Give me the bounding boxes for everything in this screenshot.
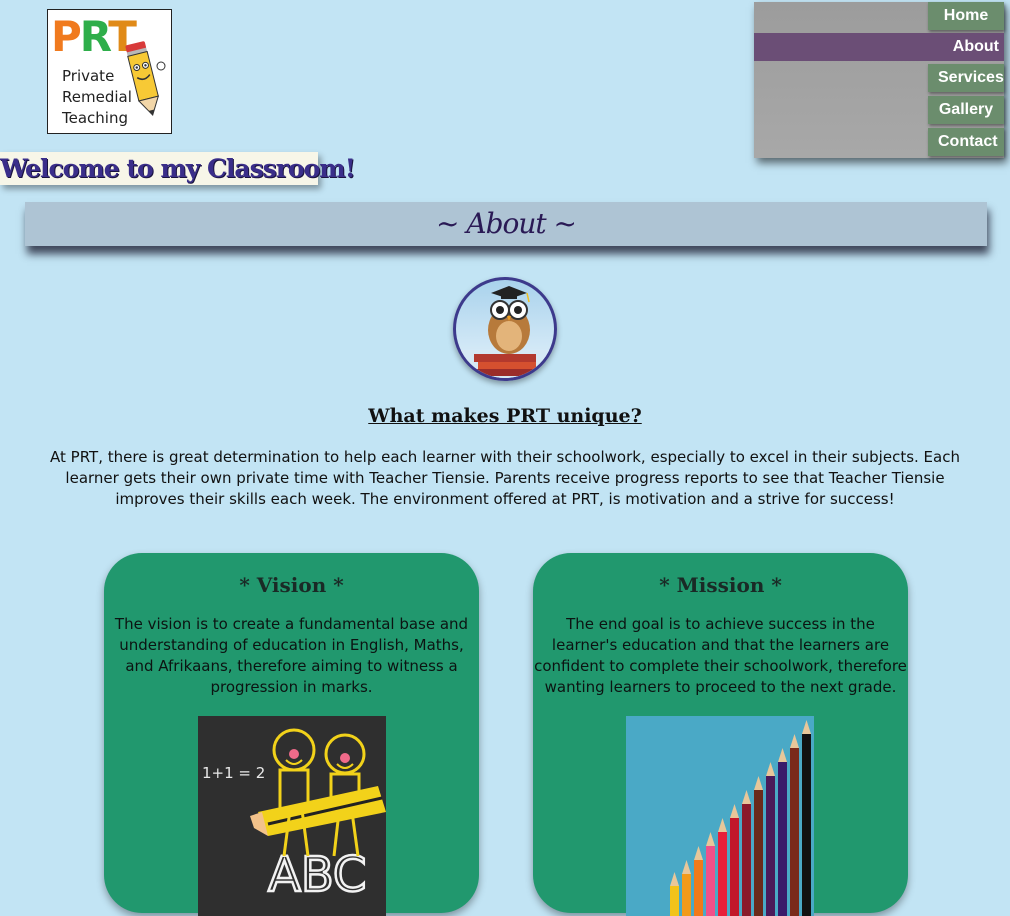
logo-letter-p: P xyxy=(51,12,82,61)
intro-paragraph: At PRT, there is great determination to … xyxy=(50,448,960,508)
nav-home[interactable]: Home xyxy=(928,2,1004,30)
vision-card: * Vision * The vision is to create a fun… xyxy=(104,553,479,916)
mission-text: The end goal is to achieve success in th… xyxy=(534,615,907,696)
nav-about[interactable]: About xyxy=(754,33,1004,61)
prt-logo: PRT Private Remedial Teaching xyxy=(47,9,172,134)
mission-card: * Mission * The end goal is to achieve s… xyxy=(533,553,908,916)
main-nav: Home About Services Gallery Contact xyxy=(754,2,1004,158)
chalkboard-kids-icon: 1+1 = 2 ABC xyxy=(198,716,386,916)
owl-teacher-image xyxy=(453,277,557,381)
logo-letter-r: R xyxy=(79,12,111,61)
nav-gallery[interactable]: Gallery xyxy=(928,96,1004,124)
chalk-equation: 1+1 = 2 xyxy=(202,764,265,782)
vision-image: 1+1 = 2 ABC xyxy=(198,716,386,916)
unique-heading-text: What makes PRT unique? xyxy=(368,405,642,427)
nav-services[interactable]: Services xyxy=(928,64,1004,92)
nav-contact[interactable]: Contact xyxy=(928,128,1004,156)
colored-pencils-icon xyxy=(626,716,814,916)
unique-heading: What makes PRT unique? xyxy=(0,405,1010,427)
welcome-banner: Welcome to my Classroom! xyxy=(0,152,356,185)
mission-image xyxy=(626,716,814,916)
pencil-mascot-icon xyxy=(125,41,166,117)
vision-text: The vision is to create a fundamental ba… xyxy=(114,615,469,696)
vision-title: * Vision * xyxy=(239,573,344,597)
owl-icon xyxy=(456,286,554,378)
page-title: ~ About ~ xyxy=(25,202,987,246)
mission-title: * Mission * xyxy=(659,573,782,597)
